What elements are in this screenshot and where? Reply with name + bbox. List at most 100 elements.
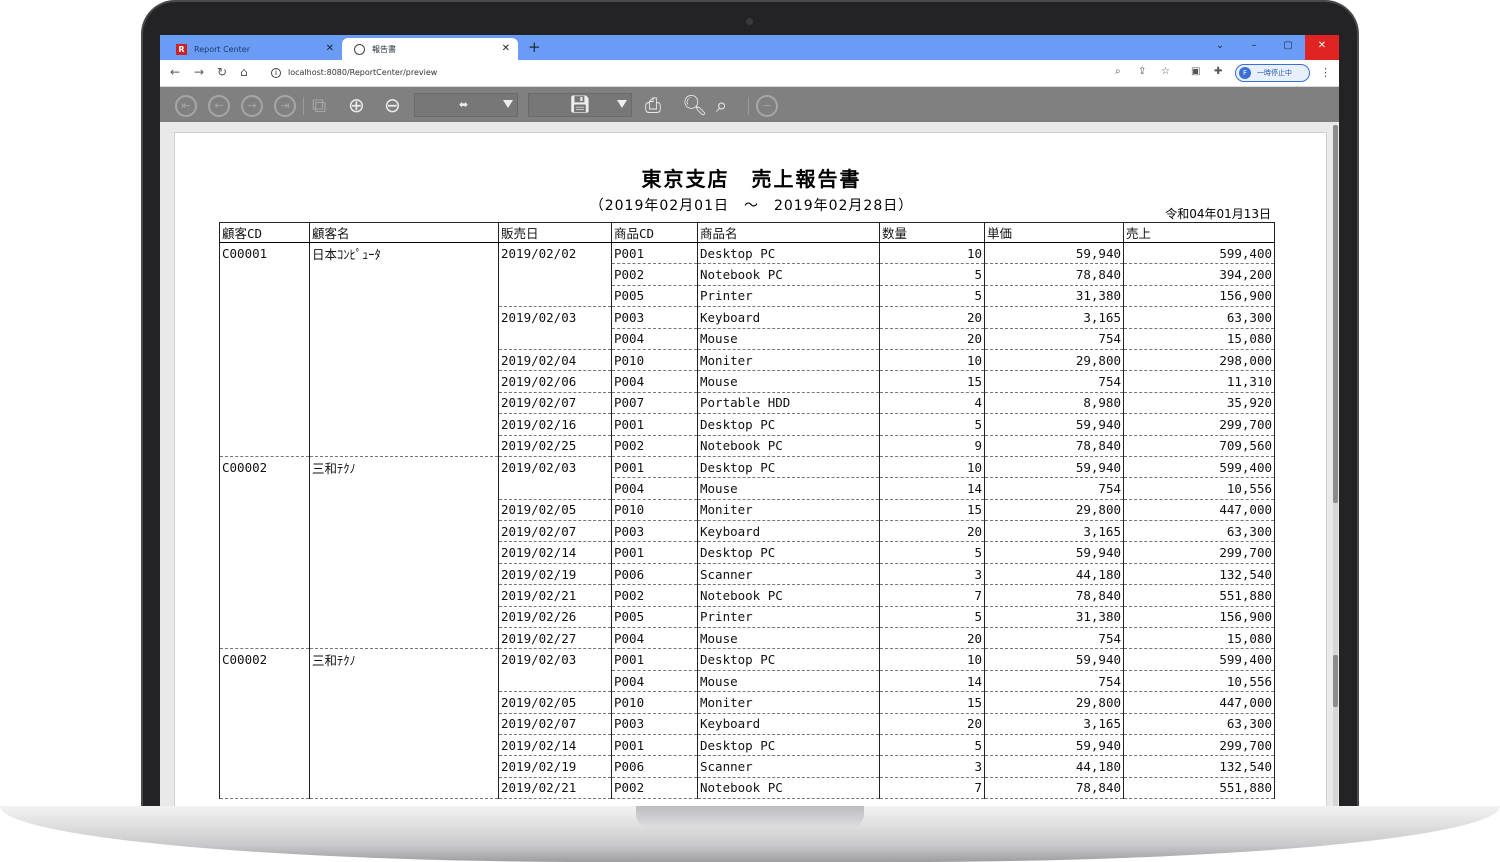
cell-product-name: Notebook PC: [697, 435, 880, 457]
cell-unit-price: 78,840: [984, 435, 1124, 457]
cell-sales-amount: 299,700: [1123, 541, 1275, 564]
cell-sale-date: 2019/02/05: [498, 499, 612, 522]
cell-product-name: Desktop PC: [697, 541, 880, 564]
last-page-icon[interactable]: ⇥: [274, 95, 296, 117]
zoom-out-icon[interactable]: ⊖: [384, 93, 401, 117]
paused-label: 一時停止中: [1257, 69, 1292, 77]
cell-quantity: 5: [879, 413, 985, 436]
cell-sale-date: 2019/02/25: [498, 435, 612, 457]
next-page-icon[interactable]: →: [241, 95, 263, 117]
scrollbar-thumb-secondary[interactable]: [1333, 655, 1338, 707]
issue-date: 令和04年01月13日: [1165, 207, 1271, 221]
save-format-select[interactable]: 💾︎: [528, 93, 632, 117]
back-arrow-icon[interactable]: ←: [170, 65, 180, 79]
close-tab-icon[interactable]: ✕: [502, 43, 510, 54]
search-options-icon[interactable]: ⌕: [716, 93, 727, 117]
cell-customer-code: [219, 584, 310, 607]
cell-product-code: P001: [611, 541, 698, 564]
cell-product-name: Desktop PC: [697, 734, 880, 757]
report-page: 東京支店 売上報告書 （2019年02月01日 ～ 2019年02月28日） 令…: [174, 132, 1327, 807]
cell-quantity: 10: [879, 349, 985, 372]
fit-mode-select[interactable]: ⬌: [414, 93, 518, 117]
cell-quantity: 20: [879, 306, 985, 329]
column-header-sale-date: 販売日: [498, 222, 612, 243]
site-info-icon[interactable]: i: [271, 68, 281, 78]
forward-arrow-icon[interactable]: →: [194, 65, 204, 79]
cell-customer-code: [219, 713, 310, 735]
new-tab-button[interactable]: +: [528, 38, 541, 56]
share-icon[interactable]: ⇪: [1138, 66, 1146, 77]
table-body: C00001 日本ｺﾝﾋﾟｭｰﾀ 2019/02/02 P001 Desktop PC 1…: [219, 242, 1275, 800]
cell-product-name: Mouse: [697, 370, 880, 393]
avatar: F: [1239, 67, 1251, 79]
scrollbar-thumb[interactable]: [1333, 125, 1338, 503]
cell-unit-price: 31,380: [984, 606, 1124, 629]
cell-product-name: Keyboard: [697, 520, 880, 543]
zoom-in-icon[interactable]: ⊕: [348, 93, 365, 117]
bookmark-star-icon[interactable]: ☆: [1161, 66, 1170, 77]
cell-sales-amount: 63,300: [1123, 306, 1275, 329]
cell-product-code: P010: [611, 349, 698, 372]
close-tab-icon[interactable]: ✕: [326, 43, 334, 54]
cell-customer-name: 日本ｺﾝﾋﾟｭｰﾀ: [309, 242, 499, 264]
zoom-icon[interactable]: ⌕: [1115, 66, 1121, 77]
cell-quantity: 4: [879, 392, 985, 415]
cell-customer-code: [219, 306, 310, 329]
cell-customer-name: [309, 606, 499, 628]
tab-bar: R Report Center ✕ 報告書 ✕ + ⌄ – ▢ ✕: [160, 35, 1339, 60]
search-icon[interactable]: 🔍︎: [682, 93, 707, 117]
cell-product-code: P010: [611, 691, 698, 714]
cell-sale-date: 2019/02/19: [498, 563, 612, 586]
cell-sale-date: 2019/02/03: [498, 456, 612, 478]
cell-product-code: P006: [611, 563, 698, 586]
table-row: 2019/02/05 P010 Moniter 15 29,800 447,000: [219, 691, 1275, 714]
tab-report-center[interactable]: R Report Center ✕: [164, 38, 342, 60]
url-field[interactable]: localhost:8080/ReportCenter/preview: [288, 68, 437, 77]
home-icon[interactable]: ⌂: [240, 65, 248, 79]
cell-sales-amount: 551,880: [1123, 584, 1275, 607]
cell-unit-price: 29,800: [984, 349, 1124, 372]
cell-sales-amount: 15,080: [1123, 627, 1275, 650]
cell-sale-date: 2019/02/07: [498, 392, 612, 415]
table-row: 2019/02/03 P003 Keyboard 20 3,165 63,300: [219, 306, 1275, 329]
cell-product-code: P005: [611, 606, 698, 629]
profile-paused-button[interactable]: F 一時停止中: [1235, 64, 1310, 82]
cell-product-code: P002: [611, 584, 698, 607]
cell-customer-name: [309, 328, 499, 350]
cell-sale-date: 2019/02/07: [498, 713, 612, 735]
print-icon[interactable]: ⎙: [645, 93, 661, 117]
minimize-button[interactable]: –: [1237, 35, 1271, 60]
extension-app-icon[interactable]: ▣: [1191, 66, 1200, 77]
first-page-icon[interactable]: ⇤: [175, 95, 197, 117]
cell-product-code: P001: [611, 648, 698, 671]
close-viewer-icon[interactable]: −: [756, 95, 778, 117]
extensions-puzzle-icon[interactable]: ✚: [1214, 66, 1222, 77]
cell-product-name: Mouse: [697, 328, 880, 350]
cell-customer-name: [309, 777, 499, 800]
cell-customer-code: C00002: [219, 648, 310, 671]
reload-icon[interactable]: ↻: [217, 65, 227, 79]
cell-sale-date: 2019/02/07: [498, 520, 612, 543]
table-row: C00002 三和ﾃｸﾉ 2019/02/03 P001 Desktop PC 10 59,…: [219, 456, 1275, 479]
maximize-button[interactable]: ▢: [1271, 35, 1305, 60]
cell-customer-name: [309, 691, 499, 714]
cell-customer-code: [219, 520, 310, 542]
cell-sale-date: 2019/02/02: [498, 242, 612, 264]
cell-unit-price: 754: [984, 670, 1124, 693]
tab-search-chevron-down-icon[interactable]: ⌄: [1203, 35, 1237, 60]
cell-customer-code: [219, 777, 310, 800]
cell-quantity: 5: [879, 263, 985, 286]
page-layout-icon[interactable]: ⧉: [312, 93, 326, 117]
cell-product-code: P003: [611, 520, 698, 543]
cell-product-name: Notebook PC: [697, 263, 880, 286]
cell-sale-date: 2019/02/14: [498, 541, 612, 564]
cell-sales-amount: 447,000: [1123, 691, 1275, 714]
tab-report[interactable]: 報告書 ✕: [342, 38, 518, 60]
table-row: 2019/02/07 P007 Portable HDD 4 8,980 35,920: [219, 392, 1275, 415]
cell-product-name: Moniter: [697, 349, 880, 372]
prev-page-icon[interactable]: ←: [208, 95, 230, 117]
close-window-button[interactable]: ✕: [1305, 35, 1339, 60]
tab-label: Report Center: [194, 44, 250, 54]
cell-sales-amount: 10,556: [1123, 670, 1275, 693]
browser-menu-icon[interactable]: ⋮: [1320, 66, 1331, 79]
